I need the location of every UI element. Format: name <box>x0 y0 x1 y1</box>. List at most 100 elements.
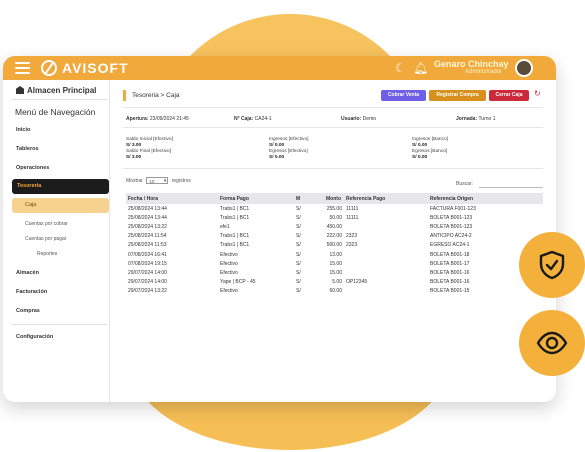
registrar-compra-button[interactable]: Registrar Compra <box>429 90 486 101</box>
col-m[interactable]: M <box>294 193 324 204</box>
cell-forma-pago: Efectivo <box>220 288 238 295</box>
cell-ref-pago <box>344 259 428 268</box>
cell-monto: 255.00 <box>326 205 342 212</box>
usuario-info: Usuario: Demo <box>341 116 377 122</box>
divider <box>11 99 107 100</box>
table-row[interactable]: 07/08/2024 19:15 Efectivo S/15.00 BOLETA B0… <box>126 259 543 268</box>
movements-table: Fecha / Hora Forma Pago M Monto Referenc… <box>126 193 543 296</box>
sidebar-subitem-cuentas-cobrar[interactable]: Cuentas por cobrar <box>25 221 68 227</box>
col-ref-pago[interactable]: Referencia Pago <box>344 193 428 204</box>
avatar[interactable] <box>515 59 533 77</box>
page-size-select[interactable]: 10 <box>146 177 169 185</box>
cell-moneda: S/ <box>296 214 301 221</box>
cerrar-caja-button[interactable]: Cerrar Caja <box>489 90 529 101</box>
cell-fecha: 25/08/2024 13:22 <box>128 223 167 230</box>
nav-title: Menú de Navegación <box>15 107 96 117</box>
cell-forma-pago: Yape | BCP - 45 <box>220 279 256 286</box>
table-row[interactable]: 25/08/2024 13:44 Trabs1 | BC1 S/255.00 1111… <box>126 204 543 213</box>
col-ref-origen[interactable]: Referencia Origen <box>428 193 543 204</box>
bell-icon[interactable]: 🔔︎ <box>413 61 428 75</box>
table-row[interactable]: 25/08/2024 13:22 efe1 S/450.00 BOLETA B001-… <box>126 222 543 231</box>
cell-monto: 50.00 <box>329 214 342 221</box>
table-header-row: Fecha / Hora Forma Pago M Monto Referenc… <box>126 193 543 204</box>
sidebar-subitem-cuentas-pagar[interactable]: Cuentas por pagar <box>25 236 66 242</box>
caja-info: N° Caja: CA24-1 <box>234 116 272 122</box>
sidebar-item-tesoreria[interactable]: Tesoreria <box>12 179 109 194</box>
sidebar-header-label: Almacen Principal <box>27 86 97 95</box>
search-label: Buscar: <box>456 181 473 187</box>
cell-monto: 15.00 <box>329 269 342 276</box>
col-forma-pago[interactable]: Forma Pago <box>218 193 294 204</box>
sidebar-subitem-caja[interactable]: Caja <box>12 198 109 213</box>
cell-forma-pago: Efectivo <box>220 269 238 276</box>
cell-ref-pago: 11111 <box>346 214 359 221</box>
sidebar-item-almacen[interactable]: Almacén <box>16 270 39 276</box>
cell-moneda: S/ <box>296 279 301 286</box>
table-row[interactable]: 29/07/2024 13:22 Efectivo S/60.00 BOLETA B0… <box>126 287 543 296</box>
cell-moneda: S/ <box>296 260 301 267</box>
eye-icon <box>536 331 568 355</box>
cell-moneda: S/ <box>296 223 301 230</box>
user-role: Administrador <box>465 69 503 75</box>
cell-monto: 15.00 <box>329 260 342 267</box>
cell-monto: 450.00 <box>326 223 342 230</box>
col-fecha[interactable]: Fecha / Hora <box>126 193 218 204</box>
cell-ref-origen: FACTURA F001-123 <box>430 205 476 212</box>
cell-forma-pago: efe1 <box>220 223 230 230</box>
efectivo-block: Ingresos [Efectivo] S/ 0.00 Egresos [Efe… <box>269 137 309 160</box>
jornada-info: Jornada: Turno 1 <box>456 116 496 122</box>
cell-ref-pago <box>344 287 428 296</box>
col-monto[interactable]: Monto <box>324 193 344 204</box>
sidebar-header[interactable]: Almacen Principal <box>15 86 96 95</box>
cell-forma-pago: Efectivo <box>220 260 238 267</box>
user-name[interactable]: Genaro Chinchay <box>434 59 509 69</box>
sidebar-item-label: Tesoreria <box>17 183 42 189</box>
table-row[interactable]: 25/08/2024 11:53 Trabs1 | BC1 S/500.00 2323… <box>126 241 543 250</box>
table-row[interactable]: 07/08/2024 16:41 Efectivo S/13.00 BOLETA B0… <box>126 250 543 259</box>
sidebar-item-facturacion[interactable]: Facturación <box>16 289 47 295</box>
breadcrumb: Tesoreria > Caja <box>132 92 180 99</box>
sidebar-item-operaciones[interactable]: Operaciones <box>16 165 49 171</box>
cell-ref-pago: OP12345 <box>346 279 368 286</box>
sidebar-item-tableros[interactable]: Tableros <box>16 146 39 152</box>
sidebar-subitem-reportes[interactable]: Reportes <box>37 251 57 257</box>
cell-moneda: S/ <box>296 205 301 212</box>
table-row[interactable]: 29/07/2024 14:00 Yape | BCP - 45 S/5.00 OP1… <box>126 278 543 287</box>
cell-monto: 13.00 <box>329 251 342 258</box>
apertura-info: Apertura: 23/09/2024 21:45 <box>126 116 189 122</box>
sidebar-item-configuracion[interactable]: Configuración <box>16 334 53 340</box>
cobrar-venta-button[interactable]: Cobrar Venta <box>381 90 426 101</box>
page-size-control: Mostrar 10 registros <box>126 177 191 185</box>
cell-fecha: 07/08/2024 16:41 <box>128 251 167 258</box>
cell-ref-origen: BOLETA B001-123 <box>430 214 473 221</box>
cell-monto: 500.00 <box>326 242 342 249</box>
table-row[interactable]: 25/08/2024 11:54 Trabs1 | BC1 S/222.00 2323… <box>126 232 543 241</box>
divider <box>123 168 543 169</box>
cell-ref-pago <box>344 268 428 277</box>
cell-fecha: 25/08/2024 13:44 <box>128 205 167 212</box>
cell-fecha: 25/08/2024 11:54 <box>128 233 167 240</box>
cell-forma-pago: Trabs1 | BC1 <box>220 205 250 212</box>
search-input[interactable] <box>479 187 543 188</box>
cell-monto: 60.00 <box>329 288 342 295</box>
cell-forma-pago: Efectivo <box>220 251 238 258</box>
app-window: AVISOFT ☾ 🔔︎ Genaro Chinchay Administrad… <box>3 56 556 402</box>
cell-monto: 222.00 <box>326 233 342 240</box>
hamburger-icon[interactable] <box>15 62 30 74</box>
main-content: Tesoreria > Caja Cobrar Venta Registrar … <box>117 80 556 402</box>
cell-moneda: S/ <box>296 251 301 258</box>
table-row[interactable]: 25/08/2024 13:44 Trabs1 | BC1 S/50.00 11111… <box>126 213 543 222</box>
table-row[interactable]: 29/07/2024 14:00 Efectivo S/15.00 BOLETA B0… <box>126 268 543 277</box>
sidebar-item-inicio[interactable]: Inicio <box>16 127 30 133</box>
cell-moneda: S/ <box>296 233 301 240</box>
moon-icon[interactable]: ☾ <box>395 61 406 75</box>
sidebar: Almacen Principal Menú de Navegación Ini… <box>3 80 110 402</box>
cell-forma-pago: Trabs1 | BC1 <box>220 233 250 240</box>
sidebar-item-label: Caja <box>25 202 37 208</box>
cell-fecha: 07/08/2024 19:15 <box>128 260 167 267</box>
saldo-block: Saldo Inicial [Efectivo] S/ 3.00 Saldo F… <box>126 137 173 160</box>
sidebar-item-compras[interactable]: Compras <box>16 308 40 314</box>
refresh-icon[interactable]: ↻ <box>534 89 541 98</box>
shield-badge <box>519 232 585 298</box>
cell-fecha: 29/07/2024 13:22 <box>128 288 167 295</box>
